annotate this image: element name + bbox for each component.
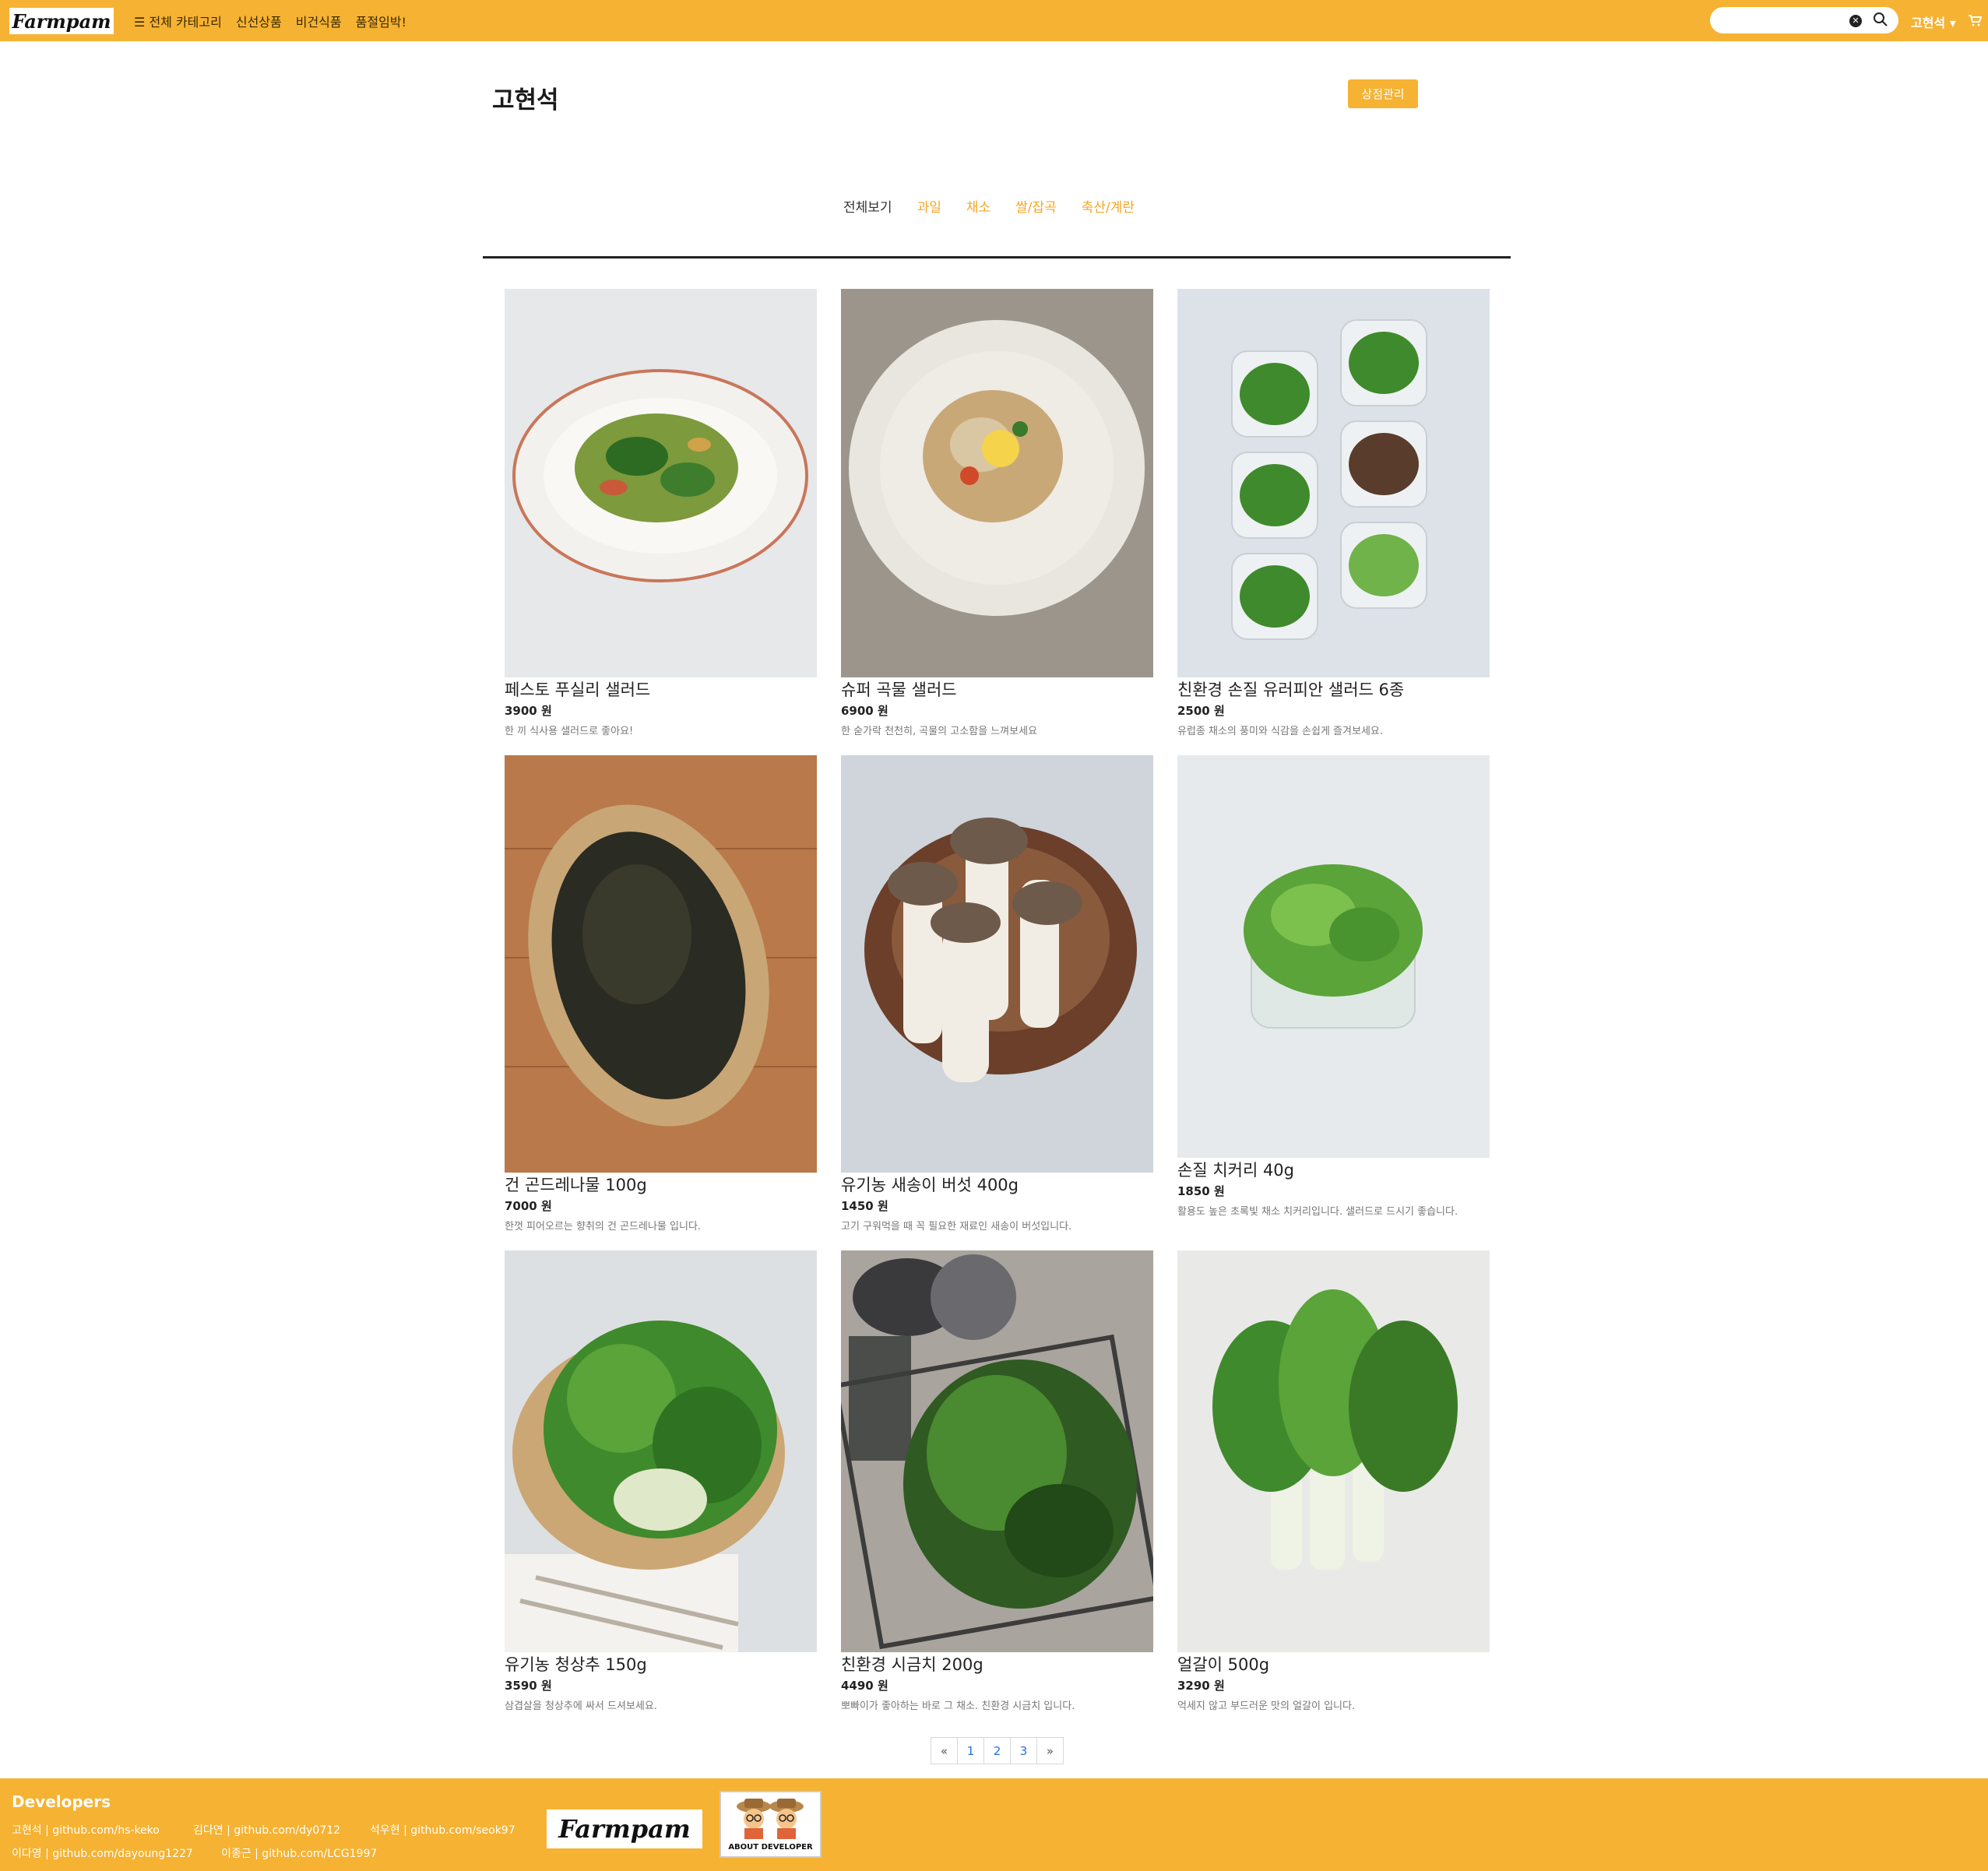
product-description: 한 숟가락 천천히, 곡물의 고소함을 느껴보세요 bbox=[841, 726, 1038, 737]
product-image[interactable] bbox=[1177, 1250, 1490, 1652]
product-card[interactable]: 친환경 손질 유러피안 샐러드 6종 2500 원 유럽종 채소의 풍미와 식감… bbox=[1177, 289, 1490, 739]
nav-item-vegan[interactable]: 비건식품 bbox=[296, 12, 342, 30]
product-price: 3290 원 bbox=[1177, 1679, 1225, 1693]
pagination-page-2[interactable]: 2 bbox=[983, 1737, 1011, 1764]
product-description: 뽀빠이가 좋아하는 바로 그 채소. 친환경 시금치 입니다. bbox=[841, 1700, 1075, 1712]
product-description: 삼겹살을 청상추에 싸서 드셔보세요. bbox=[505, 1700, 657, 1712]
product-name[interactable]: 유기농 청상추 150g bbox=[505, 1654, 817, 1676]
nav-item-fresh[interactable]: 신선상품 bbox=[236, 12, 282, 30]
product-name[interactable]: 친환경 시금치 200g bbox=[841, 1654, 1153, 1676]
product-card[interactable]: 얼갈이 500g 3290 원 억세지 않고 부드러운 맛의 얼갈이 입니다. bbox=[1177, 1250, 1490, 1714]
main-nav: ☰ 전체 카테고리 신선상품 비건식품 품절임박! bbox=[134, 12, 406, 30]
product-name[interactable]: 건 곤드레나물 100g bbox=[505, 1174, 817, 1196]
search-box: ✕ bbox=[1710, 7, 1898, 33]
product-price: 2500 원 bbox=[1177, 704, 1225, 718]
product-description: 한껏 피어오르는 향취의 건 곤드레나물 입니다. bbox=[505, 1221, 702, 1233]
nav-item-soldout-soon[interactable]: 품절임박! bbox=[356, 12, 406, 30]
product-description: 억세지 않고 부드러운 맛의 얼갈이 입니다. bbox=[1177, 1700, 1356, 1712]
nav-item-label: 전체 카테고리 bbox=[149, 15, 222, 30]
product-image[interactable] bbox=[1177, 755, 1490, 1158]
product-image[interactable] bbox=[505, 755, 817, 1173]
product-price: 6900 원 bbox=[841, 704, 888, 718]
product-name[interactable]: 손질 치커리 40g bbox=[1177, 1159, 1490, 1181]
store-manage-button[interactable]: 상점관리 bbox=[1348, 79, 1418, 108]
hamburger-icon: ☰ bbox=[134, 15, 146, 30]
search-icon[interactable] bbox=[1872, 11, 1889, 28]
developer-link[interactable]: 김다연 | github.com/dy0712 bbox=[193, 1822, 340, 1838]
product-description: 유럽종 채소의 풍미와 식감을 손쉽게 즐겨보세요. bbox=[1177, 726, 1383, 737]
product-price: 1450 원 bbox=[841, 1199, 888, 1213]
tab-grain[interactable]: 쌀/잡곡 bbox=[1015, 196, 1057, 216]
pagination: « 1 2 3 » bbox=[931, 1737, 1064, 1764]
store-title: 고현석 bbox=[492, 86, 559, 114]
section-divider bbox=[483, 256, 1511, 258]
cart-icon[interactable] bbox=[1968, 14, 1982, 26]
clear-icon[interactable]: ✕ bbox=[1849, 15, 1862, 27]
product-card[interactable]: 친환경 시금치 200g 4490 원 뽀빠이가 좋아하는 바로 그 채소. 친… bbox=[841, 1250, 1153, 1714]
pagination-prev[interactable]: « bbox=[931, 1737, 958, 1764]
product-name[interactable]: 슈퍼 곡물 샐러드 bbox=[841, 679, 1153, 701]
product-card[interactable]: 페스토 푸실리 샐러드 3900 원 한 끼 식사용 샐러드로 좋아요! bbox=[505, 289, 817, 739]
tab-fruit[interactable]: 과일 bbox=[917, 196, 941, 216]
about-developer-label: ABOUT DEVELOPER bbox=[728, 1843, 813, 1852]
product-name[interactable]: 유기농 새송이 버섯 400g bbox=[841, 1174, 1153, 1196]
product-card[interactable]: 슈퍼 곡물 샐러드 6900 원 한 숟가락 천천히, 곡물의 고소함을 느껴보… bbox=[841, 289, 1153, 739]
product-card[interactable]: 건 곤드레나물 100g 7000 원 한껏 피어오르는 향취의 건 곤드레나물… bbox=[505, 755, 817, 1234]
product-name[interactable]: 친환경 손질 유러피안 샐러드 6종 bbox=[1177, 679, 1490, 701]
developer-avatars-icon bbox=[737, 1799, 804, 1839]
product-name[interactable]: 얼갈이 500g bbox=[1177, 1654, 1490, 1676]
developer-link[interactable]: 이다영 | github.com/dayoung1227 bbox=[12, 1845, 193, 1861]
product-image[interactable] bbox=[841, 755, 1153, 1173]
product-card[interactable]: 유기농 새송이 버섯 400g 1450 원 고기 구워먹을 때 꼭 필요한 재… bbox=[841, 755, 1153, 1234]
product-price: 1850 원 bbox=[1177, 1184, 1225, 1198]
product-price: 3900 원 bbox=[505, 704, 552, 718]
product-price: 3590 원 bbox=[505, 1679, 552, 1693]
product-image[interactable] bbox=[841, 289, 1153, 677]
footer-title: Developers bbox=[12, 1792, 111, 1811]
product-description: 활용도 높은 초록빛 채소 치커리입니다. 샐러드로 드시기 좋습니다. bbox=[1177, 1206, 1458, 1218]
pagination-next[interactable]: » bbox=[1036, 1737, 1064, 1764]
search-input[interactable] bbox=[1722, 12, 1850, 30]
user-dropdown[interactable]: 고현석 ▾ bbox=[1911, 12, 1956, 31]
tab-vegetable[interactable]: 채소 bbox=[966, 196, 990, 216]
developer-link[interactable]: 고현석 | github.com/hs-keko bbox=[12, 1822, 160, 1838]
tab-all[interactable]: 전체보기 bbox=[843, 196, 892, 216]
tab-meat-egg[interactable]: 축산/계란 bbox=[1082, 196, 1135, 216]
product-image[interactable] bbox=[1177, 289, 1490, 677]
top-navbar: Farmpam ☰ 전체 카테고리 신선상품 비건식품 품절임박! ✕ 고현석 … bbox=[0, 0, 1988, 41]
product-name[interactable]: 페스토 푸실리 샐러드 bbox=[505, 679, 817, 701]
product-price: 7000 원 bbox=[505, 1199, 552, 1213]
product-card[interactable]: 유기농 청상추 150g 3590 원 삼겹살을 청상추에 싸서 드셔보세요. bbox=[505, 1250, 817, 1714]
developer-link[interactable]: 이종근 | github.com/LCG1997 bbox=[221, 1845, 377, 1861]
site-logo[interactable]: Farmpam bbox=[9, 8, 114, 34]
nav-item-all-categories[interactable]: ☰ 전체 카테고리 bbox=[134, 12, 222, 30]
product-price: 4490 원 bbox=[841, 1679, 888, 1693]
about-developer-button[interactable]: ABOUT DEVELOPER bbox=[720, 1791, 822, 1858]
pagination-page-1[interactable]: 1 bbox=[957, 1737, 984, 1764]
pagination-page-3[interactable]: 3 bbox=[1010, 1737, 1037, 1764]
product-image[interactable] bbox=[505, 289, 817, 677]
footer: Developers 고현석 | github.com/hs-keko 김다연 … bbox=[0, 1778, 1988, 1871]
category-tabs: 전체보기 과일 채소 쌀/잡곡 축산/계란 bbox=[843, 196, 1135, 216]
developer-link[interactable]: 석우현 | github.com/seok97 bbox=[370, 1822, 515, 1838]
product-description: 한 끼 식사용 샐러드로 좋아요! bbox=[505, 726, 634, 737]
footer-logo[interactable]: Farmpam bbox=[547, 1809, 702, 1848]
product-description: 고기 구워먹을 때 꼭 필요한 재료인 새송이 버섯입니다. bbox=[841, 1221, 1072, 1233]
product-image[interactable] bbox=[505, 1250, 817, 1652]
product-image[interactable] bbox=[841, 1250, 1153, 1652]
product-card[interactable]: 손질 치커리 40g 1850 원 활용도 높은 초록빛 채소 치커리입니다. … bbox=[1177, 755, 1490, 1219]
